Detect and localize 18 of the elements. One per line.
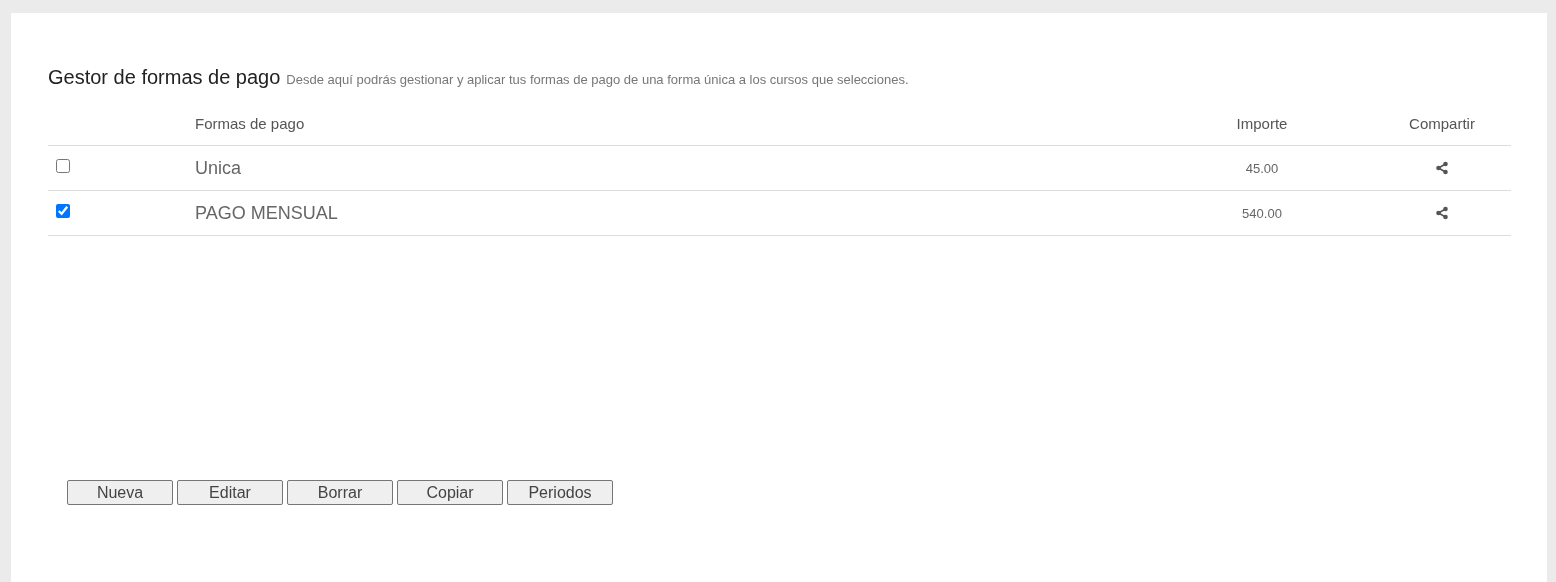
amount: 45.00 — [1245, 161, 1279, 176]
share-icon[interactable] — [1435, 206, 1449, 220]
action-button[interactable]: Periodos — [507, 480, 613, 505]
action-button[interactable]: Copiar — [397, 480, 503, 505]
row-checkbox[interactable] — [56, 159, 70, 173]
page-subtitle: Desde aquí podrás gestionar y aplicar tus formas de pago de una forma única a los cursos que selecciones. — [286, 71, 909, 89]
amount: 540.00 — [1242, 206, 1282, 221]
payment-name: Unica — [195, 157, 242, 178]
action-button[interactable]: Nueva — [67, 480, 173, 505]
page-title: Gestor de formas de pago — [48, 65, 281, 90]
column-header: Formas de pago — [195, 114, 305, 132]
column-header: Compartir — [1409, 114, 1475, 132]
row-checkbox[interactable] — [56, 204, 70, 218]
action-button[interactable]: Borrar — [287, 480, 393, 505]
payment-name: PAGO MENSUAL — [195, 202, 338, 223]
action-button[interactable]: Editar — [177, 480, 283, 505]
column-header: Importe — [1236, 114, 1288, 132]
share-icon[interactable] — [1435, 161, 1449, 175]
